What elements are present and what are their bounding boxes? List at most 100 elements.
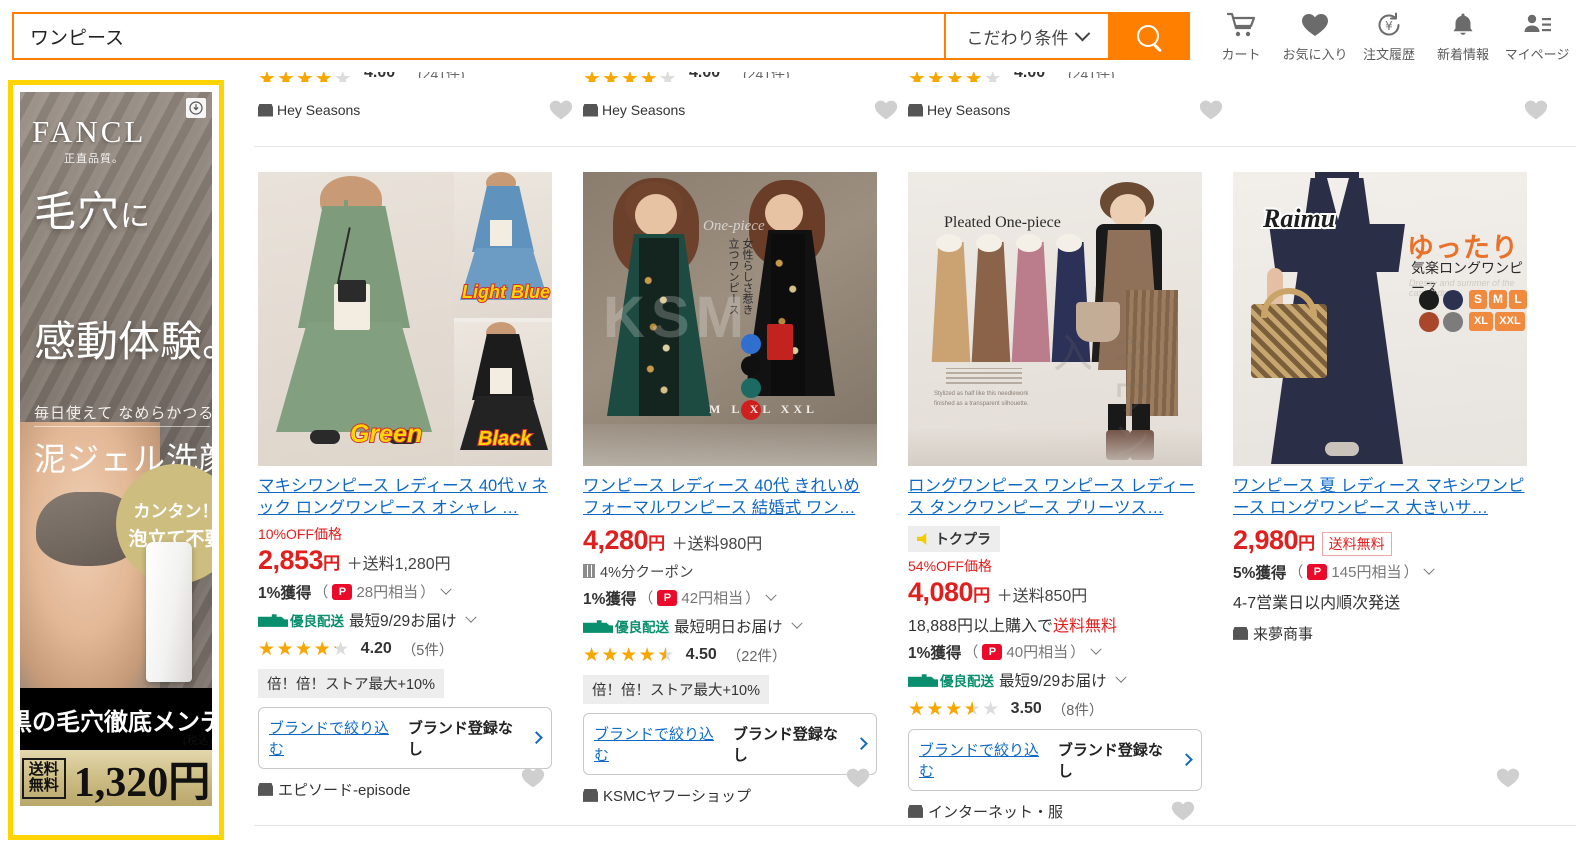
brand-filter-label-1: ブランドで絞り込む (269, 719, 390, 758)
points-percent-3: 1%獲得 (908, 644, 962, 662)
store-name-1: エピソード-episode (278, 781, 411, 799)
product-title-1[interactable]: マキシワンピース レディース 40代 v ネック ロングワンピース オシャレ … (258, 476, 552, 520)
paypay-icon: P (332, 583, 353, 600)
partial-count-1: (241件) (418, 72, 465, 78)
delivery-row-3: 優良配送 最短9/29お届け (908, 669, 1202, 691)
product-card-2: One-piece 女性らしさ惹き 立つワンピース M L XL XXL KSM… (583, 172, 877, 822)
chevron-down-icon[interactable] (1090, 643, 1102, 655)
ad-free-shipping-badge: 送料 無料 (21, 757, 66, 799)
shop-icon (1233, 626, 1248, 640)
rating-row-1: ★★★★★★★★★★ 4.20 （5件） (258, 639, 552, 660)
points-row-1: 1%獲得 （P 28円相当） (258, 581, 552, 603)
price-row-2: 4,280円 ＋送料980円 (583, 525, 877, 556)
star-rating-1: ★★★★★★★★★★ (258, 638, 351, 660)
chevron-right-icon (530, 731, 543, 745)
premium-delivery-badge-2: 優良配送 (583, 616, 669, 636)
partial-favorite-button-4[interactable] (1523, 98, 1549, 127)
header-link-news[interactable]: 新着情報 (1426, 8, 1500, 63)
brand-filter-label-3: ブランドで絞り込む (919, 741, 1040, 780)
rating-value-2: 4.50 (685, 646, 717, 664)
search-input[interactable] (14, 14, 944, 58)
ad-info-icon[interactable] (186, 98, 206, 118)
ad-headline-1-main: 毛穴 (34, 190, 121, 236)
premium-delivery-badge-3: 優良配送 (908, 670, 994, 690)
product-card-4: Raimu ゆったり 気楽ロングワンピース Dressy and summer … (1233, 172, 1527, 822)
points-percent-4: 5%獲得 (1233, 564, 1287, 582)
delivery-text-4: 4-7営業日以内順次発送 (1233, 594, 1401, 612)
free-shipping-badge-4: 送料無料 (1321, 531, 1392, 556)
product-image-4[interactable]: Raimu ゆったり 気楽ロングワンピース Dressy and summer … (1233, 172, 1527, 466)
points-percent-1: 1%獲得 (258, 584, 312, 602)
partial-favorite-button-2[interactable] (873, 98, 899, 127)
product-title-3[interactable]: ロングワンピース ワンピース レディース タンクワンピース プリーツス… (908, 476, 1202, 520)
delivery-text-3: 最短9/29お届け (999, 672, 1107, 690)
partial-rating-2: 4.00 (689, 72, 720, 78)
store-row-3[interactable]: インターネット・服 (908, 801, 1202, 822)
price-row-1: 2,853円 ＋送料1,280円 (258, 545, 552, 576)
chevron-down-icon[interactable] (440, 583, 452, 595)
sidebar-advertisement[interactable]: FANCL 正直品質。 毛穴に 感動体験。 毎日使えて なめらかつるり 泥ジェル… (8, 80, 224, 840)
rating-value-3: 3.50 (1010, 700, 1042, 718)
store-name-2: KSMCヤフーショップ (603, 787, 752, 805)
brand-filter-button-3[interactable]: ブランドで絞り込む ブランド登録なし (908, 728, 1202, 791)
ad-price: (税込) 1,320円 (74, 735, 212, 809)
image-overlay-onepiece: One-piece (703, 218, 765, 234)
bonus-badge-2: 倍！倍！ストア最大+10% (583, 674, 769, 704)
header-link-favorites[interactable]: お気に入り (1278, 8, 1352, 63)
chevron-down-icon[interactable] (465, 611, 477, 623)
paypay-icon: P (982, 643, 1003, 660)
partial-rating-3: 4.00 (1014, 72, 1045, 78)
ad-brand-logo: FANCL (32, 114, 147, 149)
product-image-1[interactable]: Green Light Blue Black (258, 172, 552, 466)
ad-content: FANCL 正直品質。 毛穴に 感動体験。 毎日使えて なめらかつるり 泥ジェル… (20, 92, 212, 828)
partial-favorite-button-1[interactable] (548, 98, 574, 127)
search-button[interactable] (1108, 14, 1188, 58)
ad-headline-1: 毛穴に (34, 188, 151, 239)
partial-stars-3: ★★★★★ (908, 72, 1003, 82)
product-image-2[interactable]: One-piece 女性らしさ惹き 立つワンピース M L XL XXL KSM (583, 172, 877, 466)
partial-favorite-button-3[interactable] (1198, 98, 1224, 127)
store-row-4[interactable]: 来夢商事 (1233, 623, 1527, 644)
min-purchase-free-shipping-3: 18,888円以上購入で送料無料 (908, 612, 1202, 636)
promo-badge-label-3: トクプラ (935, 530, 991, 547)
brand-filter-button-1[interactable]: ブランドで絞り込む ブランド登録なし (258, 706, 552, 769)
favorite-button-3[interactable] (1170, 799, 1196, 827)
coupon-row-2: 4%分クーポン (583, 561, 877, 582)
row-divider-bottom (254, 825, 1576, 826)
favorite-button-1[interactable] (520, 766, 546, 794)
store-name-3: インターネット・服 (928, 803, 1064, 821)
store-row-1[interactable]: エピソード-episode (258, 779, 552, 800)
product-card-3: Pleated One-piece Stylized as half like … (908, 172, 1202, 822)
chevron-down-icon[interactable] (790, 617, 803, 629)
header-link-mypage[interactable]: マイページ (1500, 8, 1574, 63)
header-link-order-history[interactable]: ¥ 注文履歴 (1352, 8, 1426, 63)
ad-headline-1-suffix: に (120, 200, 152, 233)
header-link-cart-label: カート (1221, 47, 1261, 62)
bell-icon (1448, 8, 1478, 42)
product-image-3[interactable]: Pleated One-piece Stylized as half like … (908, 172, 1202, 466)
points-amount-3: 40円相当 (1006, 644, 1069, 662)
brand-filter-button-2[interactable]: ブランドで絞り込む ブランド登録なし (583, 712, 877, 775)
chevron-down-icon[interactable] (1423, 563, 1436, 575)
chevron-right-icon (855, 737, 868, 751)
chevron-down-icon[interactable] (765, 589, 777, 601)
store-row-2[interactable]: KSMCヤフーショップ (583, 785, 877, 806)
product-title-4[interactable]: ワンピース 夏 レディース マキシワンピース ロングワンピース 大きいサ… (1233, 476, 1527, 520)
chevron-down-icon[interactable] (1115, 671, 1127, 683)
brand-value-3: ブランド登録なし (1057, 741, 1163, 780)
chevron-right-icon (1180, 753, 1193, 767)
header-link-mypage-label: マイページ (1504, 47, 1570, 62)
favorite-button-2[interactable] (845, 766, 871, 794)
mypage-icon (1522, 8, 1552, 42)
store-name-4: 来夢商事 (1253, 625, 1314, 643)
shop-icon (908, 804, 923, 818)
ad-headline-2: 感動体験。 (34, 320, 212, 366)
favorite-button-4[interactable] (1495, 766, 1521, 794)
product-title-2[interactable]: ワンピース レディース 40代 きれいめ フォーマルワンピース 結婚式 ワン… (583, 476, 877, 520)
search-results-panel: ★★★★★ 4.00 (241件) Hey Seasons ★★★★★ 4.00… (240, 72, 1582, 848)
header-link-cart[interactable]: カート (1204, 8, 1278, 63)
rating-value-1: 4.20 (360, 640, 392, 658)
refine-conditions-button[interactable]: こだわり条件 (944, 14, 1108, 58)
partial-store-3-label: Hey Seasons (927, 102, 1011, 118)
brand-value-2: ブランド登録なし (732, 725, 838, 764)
